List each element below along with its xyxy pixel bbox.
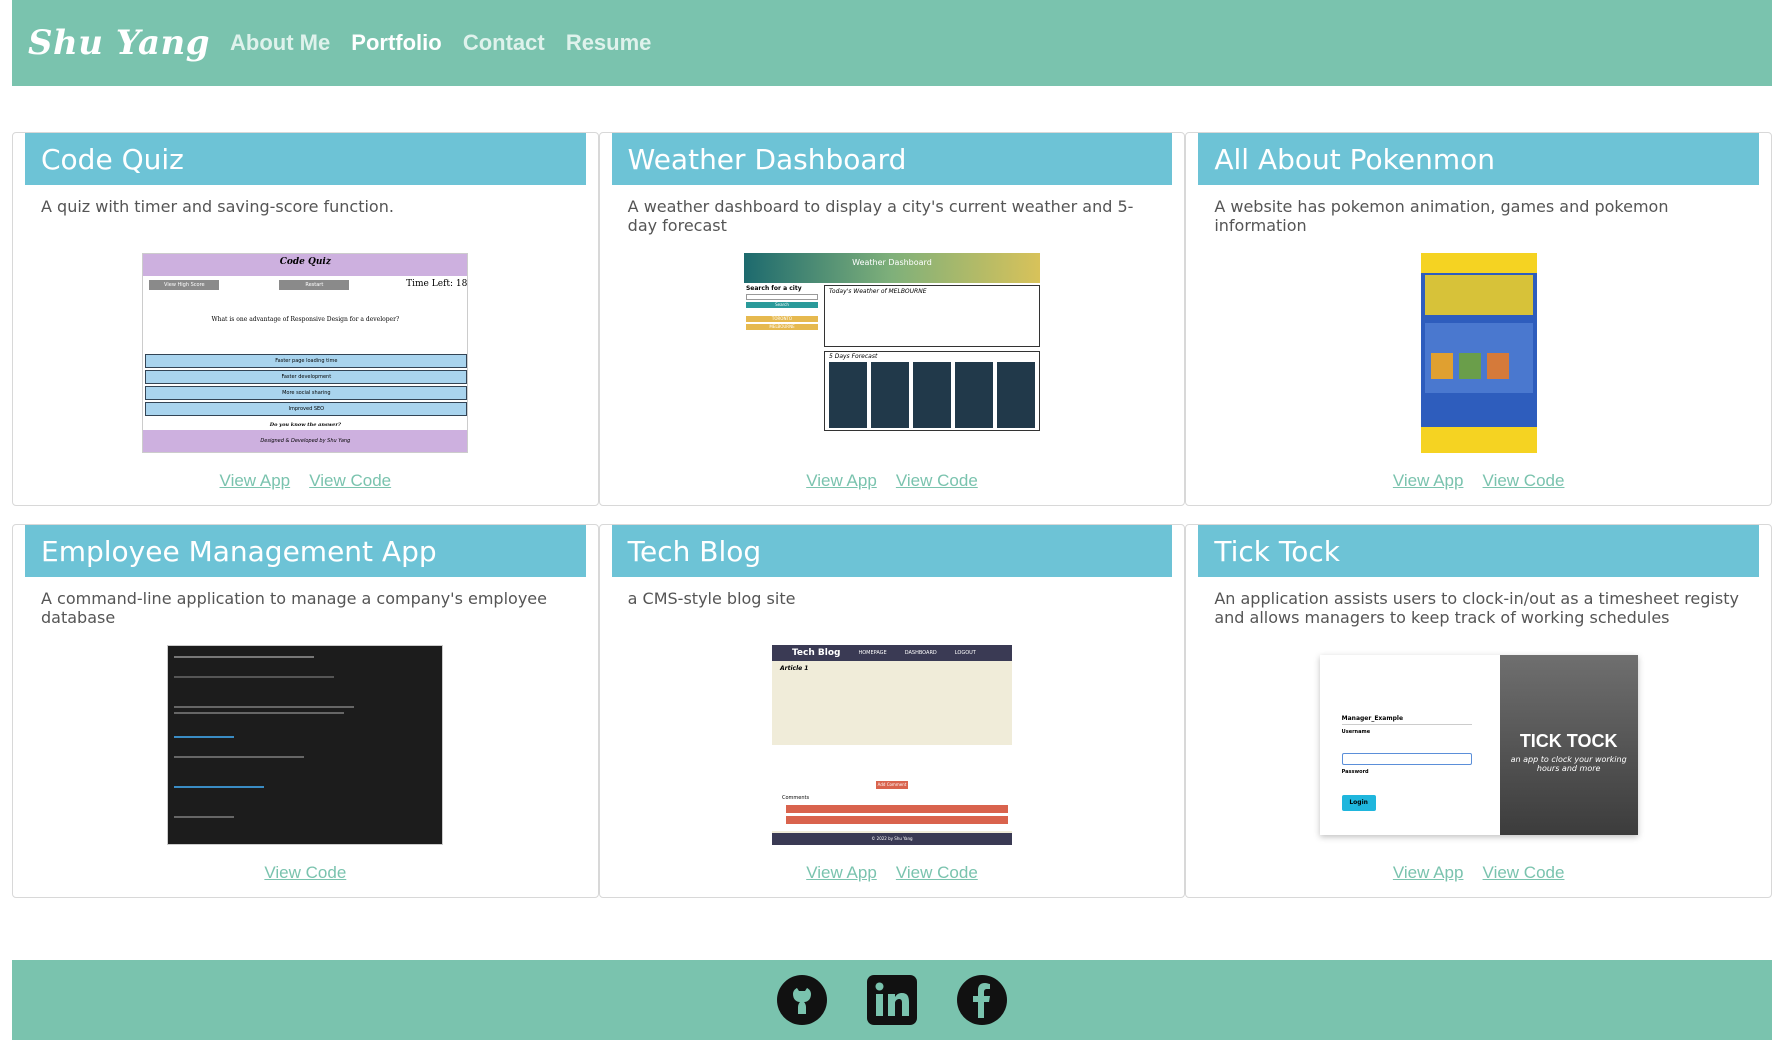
thumb-weather-today: Today's Weather of MELBOURNE <box>823 285 1040 347</box>
nav-resume[interactable]: Resume <box>566 30 652 55</box>
thumb-quiz-option: Faster development <box>145 370 468 384</box>
project-screenshot: Manager_Example Username Password Login … <box>1319 655 1638 835</box>
project-card-weather-dashboard: Weather Dashboard A weather dashboard to… <box>598 132 1186 506</box>
project-description: A weather dashboard to display a city's … <box>627 197 1134 235</box>
linkedin-icon[interactable] <box>866 974 918 1026</box>
project-screenshot: Tech Blog HOMEPAGE DASHBOARD LOGOUT Arti… <box>771 645 1012 845</box>
thumb-quiz-footer: Designed & Developed by Shu Yang <box>143 430 468 452</box>
thumb-tick-username-val: Manager_Example <box>1341 715 1472 725</box>
project-title: Tech Blog <box>611 525 1173 577</box>
thumb-weather-search-label: Search for a city <box>745 285 802 292</box>
thumb-quiz-btn: Restart <box>279 280 350 290</box>
project-card-pokemon: All About Pokenmon A website has pokemon… <box>1185 132 1772 506</box>
nav-portfolio[interactable]: Portfolio <box>351 30 441 55</box>
top-navbar: Shu Yang About Me Portfolio Contact Resu… <box>12 0 1772 86</box>
project-card-code-quiz: Code Quiz A quiz with timer and saving-s… <box>12 132 599 506</box>
view-code-link[interactable]: View Code <box>896 863 978 882</box>
thumb-blog-nav: HOMEPAGE <box>858 650 887 656</box>
project-description: A command-line application to manage a c… <box>41 589 547 627</box>
view-code-link[interactable]: View Code <box>896 471 978 490</box>
thumb-tick-password: Password <box>1341 769 1369 775</box>
project-title: All About Pokenmon <box>1198 133 1759 185</box>
view-app-link[interactable]: View App <box>1393 471 1464 490</box>
view-app-link[interactable]: View App <box>806 863 877 882</box>
nav-contact[interactable]: Contact <box>463 30 545 55</box>
main-nav: About Me Portfolio Contact Resume <box>230 30 667 56</box>
view-app-link[interactable]: View App <box>1393 863 1464 882</box>
project-description: A website has pokemon animation, games a… <box>1214 197 1669 235</box>
project-card-employee-management: Employee Management App A command-line a… <box>12 524 599 898</box>
facebook-icon[interactable] <box>956 974 1008 1026</box>
thumb-blog-article: Article 1 <box>779 665 809 672</box>
portfolio-grid: Code Quiz A quiz with timer and saving-s… <box>12 132 1772 898</box>
footer <box>12 960 1772 1040</box>
project-card-tick-tock: Tick Tock An application assists users t… <box>1185 524 1772 898</box>
view-code-link[interactable]: View Code <box>1483 863 1565 882</box>
thumb-weather-city: TORONTO <box>745 316 818 322</box>
thumb-blog-nav: LOGOUT <box>954 650 976 656</box>
view-code-link[interactable]: View Code <box>309 471 391 490</box>
thumb-weather-search-btn: Search <box>745 302 818 308</box>
project-description: a CMS-style blog site <box>627 589 796 608</box>
thumb-blog-comments: Comments <box>781 795 810 801</box>
thumb-tick-tagline: an app to clock your working hours and m… <box>1510 755 1627 773</box>
brand-logo[interactable]: Shu Yang <box>28 23 210 63</box>
project-title: Code Quiz <box>25 133 586 185</box>
project-title: Employee Management App <box>25 525 586 577</box>
thumb-quiz-question: What is one advantage of Responsive Desi… <box>211 316 400 323</box>
project-screenshot <box>167 645 444 845</box>
thumb-quiz-option: More social sharing <box>145 386 468 400</box>
project-screenshot: Code Quiz View High Score Restart Time L… <box>142 253 469 453</box>
view-code-link[interactable]: View Code <box>264 863 346 882</box>
github-icon[interactable] <box>776 974 828 1026</box>
thumb-quiz-option: Improved SEO <box>145 402 468 416</box>
thumb-blog-nav: DASHBOARD <box>904 650 937 656</box>
project-title: Weather Dashboard <box>611 133 1173 185</box>
nav-about-me[interactable]: About Me <box>230 30 330 55</box>
project-card-tech-blog: Tech Blog a CMS-style blog site Tech Blo… <box>598 524 1186 898</box>
thumb-weather-city: MELBOURNE <box>745 324 818 330</box>
thumb-quiz-btn: View High Score <box>149 280 220 290</box>
thumb-tick-username: Username <box>1341 729 1371 735</box>
view-code-link[interactable]: View Code <box>1483 471 1565 490</box>
thumb-tick-login: Login <box>1341 795 1376 811</box>
view-app-link[interactable]: View App <box>806 471 877 490</box>
project-description: An application assists users to clock-in… <box>1214 589 1739 627</box>
project-description: A quiz with timer and saving-score funct… <box>41 197 394 216</box>
project-title: Tick Tock <box>1198 525 1759 577</box>
project-screenshot: Weather Dashboard Search for a city Sear… <box>743 253 1040 453</box>
project-screenshot <box>1420 253 1537 453</box>
thumb-weather-forecast: 5 Days Forecast <box>828 353 878 360</box>
thumb-quiz-time: Time Left: 18 <box>406 279 468 289</box>
thumb-blog-title: Tech Blog <box>791 648 841 658</box>
thumb-quiz-option: Faster page loading time <box>145 354 468 368</box>
thumb-blog-add: Add Comment <box>875 781 908 789</box>
view-app-link[interactable]: View App <box>220 471 291 490</box>
thumb-quiz-prompt: Do you know the answer? <box>269 422 341 428</box>
thumb-tick-brand: TICK TOCK <box>1519 731 1618 751</box>
thumb-quiz-title: Code Quiz <box>143 254 468 276</box>
thumb-blog-footer: © 2022 by Shu Yang <box>771 833 1012 845</box>
thumb-weather-title: Weather Dashboard <box>743 253 1040 283</box>
